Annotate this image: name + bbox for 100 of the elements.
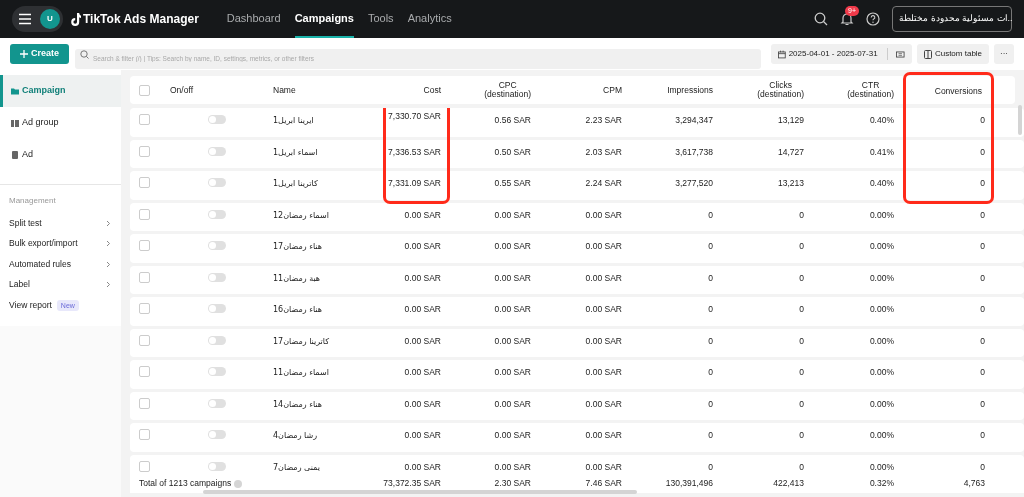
menu-icon bbox=[18, 13, 32, 25]
toggle-switch[interactable] bbox=[208, 398, 226, 408]
more-button[interactable]: ··· bbox=[994, 44, 1014, 64]
note-logo-icon bbox=[71, 12, 81, 26]
toggle-switch[interactable] bbox=[208, 461, 226, 471]
level-tab[interactable]: Ad group bbox=[0, 107, 121, 139]
table-cell-text: 0 bbox=[979, 366, 986, 379]
column-header[interactable]: On/off bbox=[160, 76, 250, 104]
total-cell: 7.46 SAR bbox=[585, 477, 622, 490]
total-cell: 0.32% bbox=[869, 477, 894, 490]
campaign-name[interactable]: هناء رمضان17 bbox=[273, 242, 322, 251]
campaign-name[interactable]: هبة رمضان11 bbox=[273, 273, 321, 283]
table-cell-text: 0 bbox=[798, 429, 805, 442]
table-cell-text: 3,277,520 bbox=[674, 177, 714, 190]
column-header[interactable]: CPC (destination) bbox=[450, 76, 540, 104]
columns-icon bbox=[923, 49, 932, 59]
row-checkbox[interactable] bbox=[139, 240, 150, 251]
nav-tab[interactable]: Tools bbox=[367, 0, 394, 38]
toggle-switch[interactable] bbox=[208, 367, 226, 376]
total-cell: 422,413 bbox=[773, 477, 804, 490]
table-cell-text: 3,294,347 bbox=[674, 114, 714, 127]
table-cell-text: 0.00% bbox=[868, 208, 895, 222]
search-icon bbox=[80, 49, 89, 59]
level-tab[interactable]: Ad bbox=[0, 139, 121, 171]
table-cell-text: 0.40% bbox=[868, 114, 895, 127]
column-header[interactable]: Impressions bbox=[631, 76, 722, 104]
table-cell-text: 0 bbox=[798, 240, 805, 253]
custom-table-button[interactable]: Custom table bbox=[917, 44, 989, 64]
row-checkbox[interactable] bbox=[139, 177, 150, 188]
menu-button[interactable] bbox=[18, 13, 32, 25]
account-dropdown[interactable]: ..ات مسئولية محدودة مختلطة bbox=[892, 6, 1012, 32]
column-header[interactable]: Cost bbox=[383, 76, 450, 104]
table-cell-text: 0 bbox=[707, 429, 714, 442]
nav-tab[interactable]: Analytics bbox=[407, 0, 452, 38]
grid-icon bbox=[11, 118, 19, 128]
campaign-name[interactable]: هناء رمضان16 bbox=[273, 305, 322, 314]
row-checkbox[interactable] bbox=[139, 460, 150, 472]
table-cell-text: 0.41% bbox=[868, 145, 895, 159]
sidebar-item[interactable]: Split test bbox=[0, 213, 121, 234]
table-cell-text: 0.00 SAR bbox=[584, 271, 623, 285]
table-cell-text: 13,129 bbox=[777, 114, 805, 127]
total-cell: 2.30 SAR bbox=[494, 477, 531, 490]
table-cell-text: 0 bbox=[979, 271, 986, 285]
app-logo-title: TikTok Ads Manager bbox=[83, 11, 199, 28]
level-tab[interactable]: Campaign bbox=[0, 75, 121, 107]
toggle-switch[interactable] bbox=[208, 241, 226, 250]
campaign-name[interactable]: كاترينا ابريل1 bbox=[273, 179, 318, 188]
toggle-switch[interactable] bbox=[208, 272, 226, 282]
row-checkbox[interactable] bbox=[139, 208, 150, 220]
table-cell-text: 0.00 SAR bbox=[584, 334, 623, 348]
campaign-name[interactable]: اسماء رمضان12 bbox=[273, 210, 329, 220]
table-cell-text: 0 bbox=[707, 208, 714, 222]
column-header[interactable]: CPM bbox=[540, 76, 631, 104]
column-header[interactable]: CTR (destination) bbox=[813, 76, 903, 104]
row-checkbox[interactable] bbox=[139, 366, 150, 377]
campaign-name[interactable]: اسماء ابريل1 bbox=[273, 147, 318, 157]
table-cell-text: 0 bbox=[979, 208, 986, 222]
row-checkbox[interactable] bbox=[139, 334, 150, 346]
create-button[interactable]: Create bbox=[10, 44, 69, 64]
table-cell-text: 0.56 SAR bbox=[493, 114, 532, 127]
row-checkbox[interactable] bbox=[139, 303, 150, 314]
toggle-switch[interactable] bbox=[208, 146, 226, 156]
row-checkbox[interactable] bbox=[139, 397, 150, 409]
row-checkbox[interactable] bbox=[139, 114, 150, 125]
toggle-switch[interactable] bbox=[208, 335, 226, 345]
column-header[interactable]: Name bbox=[250, 76, 383, 104]
campaign-name[interactable]: هناء رمضان14 bbox=[273, 399, 322, 409]
table-cell-text: 0.00 SAR bbox=[403, 271, 442, 285]
campaign-name[interactable]: كاترينا رمضان17 bbox=[273, 336, 330, 346]
table-cell-text: 0.00% bbox=[868, 429, 895, 442]
nav-tab[interactable]: Dashboard bbox=[226, 0, 281, 38]
select-all-checkbox[interactable] bbox=[139, 84, 150, 96]
toggle-switch[interactable] bbox=[208, 178, 226, 187]
table-cell-text: 0.00 SAR bbox=[584, 303, 623, 316]
sidebar-item[interactable]: Automated rules bbox=[0, 254, 121, 275]
date-range-picker[interactable]: 2025-04-01 - 2025-07-31 bbox=[771, 44, 912, 64]
table-cell-text: 0.00% bbox=[868, 334, 895, 348]
toggle-switch[interactable] bbox=[208, 115, 226, 124]
campaign-name[interactable]: يمنى رمضان7 bbox=[273, 462, 320, 472]
row-checkbox[interactable] bbox=[139, 271, 150, 283]
table-cell-text: 13,213 bbox=[777, 177, 805, 190]
campaign-name[interactable]: اسماء رمضان11 bbox=[273, 368, 329, 377]
campaign-name[interactable]: ايرينا ابريل1 bbox=[273, 116, 314, 125]
table-cell-text: 0.00 SAR bbox=[403, 303, 442, 316]
sidebar-item[interactable]: Label bbox=[0, 274, 121, 295]
toggle-switch[interactable] bbox=[208, 430, 226, 439]
toggle-switch[interactable] bbox=[208, 209, 226, 219]
sidebar-item[interactable]: Bulk export/import bbox=[0, 233, 121, 254]
table-cell-text: 0 bbox=[707, 397, 714, 411]
table-cell-text: 0.00 SAR bbox=[403, 334, 442, 348]
row-checkbox[interactable] bbox=[139, 429, 150, 440]
table-cell-text: 0.00 SAR bbox=[493, 366, 532, 379]
vertical-scrollbar[interactable] bbox=[1018, 105, 1022, 135]
table-cell-text: 2.24 SAR bbox=[584, 177, 623, 190]
campaign-name[interactable]: رشا رمضان4 bbox=[273, 431, 318, 440]
row-checkbox[interactable] bbox=[139, 145, 150, 157]
toggle-switch[interactable] bbox=[208, 304, 226, 313]
avatar[interactable]: U bbox=[40, 9, 60, 29]
column-header[interactable]: Clicks (destination) bbox=[722, 76, 813, 104]
table-cell-text: 0 bbox=[707, 366, 714, 379]
